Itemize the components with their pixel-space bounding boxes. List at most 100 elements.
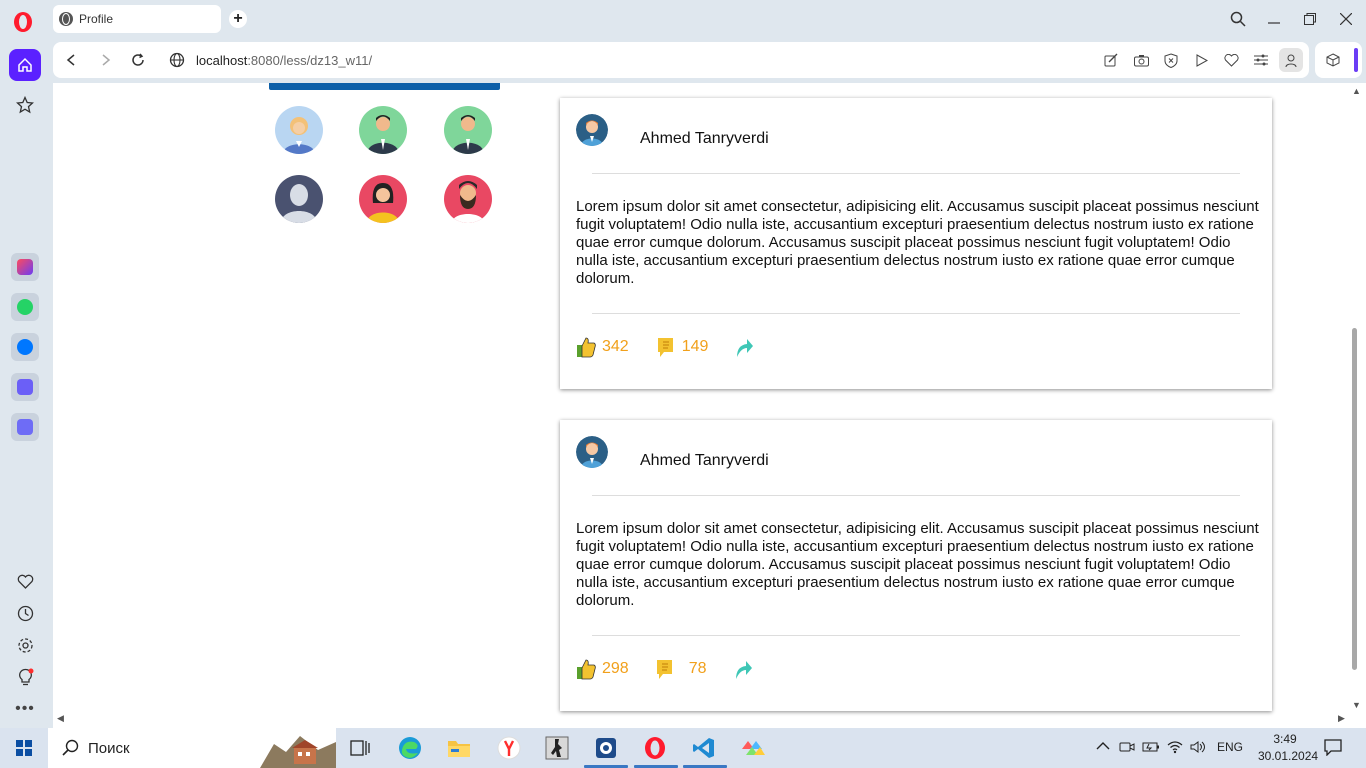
forward-icon[interactable] bbox=[96, 50, 116, 70]
lightbulb-icon[interactable] bbox=[10, 662, 40, 692]
profile-icon[interactable] bbox=[1279, 48, 1303, 72]
divider bbox=[592, 495, 1240, 496]
star-icon[interactable] bbox=[10, 90, 40, 120]
clock-time: 3:49 bbox=[1273, 732, 1297, 746]
post-text: Lorem ipsum dolor sit amet consectetur, … bbox=[576, 198, 1259, 287]
minimize-button[interactable] bbox=[1264, 9, 1284, 29]
adblock-icon[interactable] bbox=[1162, 51, 1180, 69]
author-avatar[interactable] bbox=[576, 114, 608, 146]
back-icon[interactable] bbox=[61, 50, 81, 70]
notification-center-icon[interactable] bbox=[1324, 738, 1342, 759]
player-icon[interactable] bbox=[11, 413, 39, 441]
comment-count: 78 bbox=[688, 660, 707, 677]
language-indicator[interactable]: ENG bbox=[1217, 740, 1243, 754]
divider bbox=[592, 635, 1240, 636]
system-clock[interactable]: 3:49 30.01.2024 bbox=[1258, 731, 1318, 765]
like-count: 298 bbox=[602, 660, 629, 677]
flow-icon[interactable] bbox=[1192, 51, 1210, 69]
divider bbox=[592, 173, 1240, 174]
friend-avatar[interactable] bbox=[359, 175, 407, 223]
browser-top-bar: Profile + bbox=[0, 0, 1366, 38]
opera-sidebar: ••• bbox=[0, 38, 50, 728]
counter-strike-icon[interactable] bbox=[543, 734, 571, 762]
comment-icon[interactable] bbox=[656, 336, 676, 358]
app-icon[interactable] bbox=[592, 734, 620, 762]
search-highlight-image bbox=[260, 736, 336, 768]
opera-taskbar-icon[interactable] bbox=[641, 734, 669, 762]
whatsapp-icon[interactable] bbox=[11, 293, 39, 321]
meet-now-icon[interactable] bbox=[1119, 740, 1135, 757]
friend-avatar[interactable] bbox=[275, 175, 323, 223]
friend-avatar[interactable] bbox=[444, 175, 492, 223]
heart-icon[interactable] bbox=[10, 566, 40, 596]
settings-icon[interactable] bbox=[10, 630, 40, 660]
url-field[interactable]: localhost:8080/less/dz13_w11/ bbox=[196, 53, 372, 68]
yandex-browser-icon[interactable] bbox=[495, 734, 523, 762]
post-card: Ahmed Tanryverdi Lorem ipsum dolor sit a… bbox=[560, 420, 1272, 711]
history-icon[interactable] bbox=[10, 598, 40, 628]
blue-header-strip bbox=[269, 83, 500, 90]
scroll-down-arrow[interactable]: ▼ bbox=[1352, 700, 1361, 710]
opera-logo-icon[interactable] bbox=[12, 11, 34, 33]
vertical-scrollbar-thumb[interactable] bbox=[1352, 328, 1357, 670]
search-icon bbox=[62, 739, 79, 756]
comment-count: 149 bbox=[681, 338, 709, 355]
music-icon[interactable] bbox=[11, 373, 39, 401]
paint-icon[interactable] bbox=[739, 734, 767, 762]
edit-icon[interactable] bbox=[1102, 51, 1120, 69]
friend-avatar[interactable] bbox=[275, 106, 323, 154]
web-page: Ahmed Tanryverdi Lorem ipsum dolor sit a… bbox=[53, 83, 1366, 728]
url-path: :8080/less/dz13_w11/ bbox=[247, 53, 373, 68]
share-icon[interactable] bbox=[733, 658, 753, 680]
battery-icon[interactable] bbox=[1142, 740, 1160, 757]
aria-icon[interactable] bbox=[11, 253, 39, 281]
restore-button[interactable] bbox=[1300, 9, 1320, 29]
url-host: localhost bbox=[196, 53, 248, 68]
new-tab-button[interactable]: + bbox=[229, 10, 247, 28]
task-view-icon[interactable] bbox=[346, 734, 374, 762]
windows-start-icon[interactable] bbox=[16, 740, 32, 756]
scroll-up-arrow[interactable]: ▲ bbox=[1352, 86, 1361, 96]
scroll-left-arrow[interactable]: ◀ bbox=[57, 713, 64, 724]
like-count: 342 bbox=[602, 338, 629, 355]
post-actions: 298 78 bbox=[576, 656, 753, 682]
heart-icon[interactable] bbox=[1222, 51, 1240, 69]
author-avatar[interactable] bbox=[576, 436, 608, 468]
close-button[interactable] bbox=[1336, 9, 1356, 29]
comment-icon[interactable] bbox=[655, 658, 675, 680]
taskbar-search[interactable]: Поиск bbox=[48, 728, 336, 768]
show-hidden-icons[interactable] bbox=[1096, 740, 1110, 754]
vscode-icon[interactable] bbox=[690, 734, 718, 762]
share-icon[interactable] bbox=[734, 336, 754, 358]
author-name[interactable]: Ahmed Tanryverdi bbox=[640, 130, 769, 148]
friend-avatar[interactable] bbox=[444, 106, 492, 154]
post-header bbox=[576, 436, 608, 468]
post-header bbox=[576, 114, 608, 146]
volume-icon[interactable] bbox=[1190, 740, 1208, 757]
tab-title: Profile bbox=[79, 12, 114, 26]
vk-icon[interactable] bbox=[11, 333, 39, 361]
post-actions: 342 149 bbox=[576, 334, 754, 360]
extensions-icon[interactable] bbox=[1324, 51, 1342, 69]
scroll-right-arrow[interactable]: ▶ bbox=[1338, 713, 1345, 724]
edge-icon[interactable] bbox=[396, 734, 424, 762]
like-icon[interactable] bbox=[576, 336, 596, 358]
sidebar-accent-bar bbox=[1354, 48, 1358, 72]
like-icon[interactable] bbox=[576, 658, 596, 680]
easy-setup-icon[interactable] bbox=[1252, 51, 1270, 69]
post-text: Lorem ipsum dolor sit amet consectetur, … bbox=[576, 520, 1259, 609]
divider bbox=[592, 313, 1240, 314]
site-info-icon[interactable] bbox=[167, 50, 187, 70]
reload-icon[interactable] bbox=[128, 50, 148, 70]
search-tabs-icon[interactable] bbox=[1228, 9, 1248, 29]
windows-taskbar: Поиск ENG 3:49 30.01.2024 bbox=[0, 728, 1366, 768]
file-explorer-icon[interactable] bbox=[445, 734, 473, 762]
wifi-icon[interactable] bbox=[1167, 740, 1183, 757]
globe-icon bbox=[59, 12, 73, 26]
friend-avatar[interactable] bbox=[359, 106, 407, 154]
camera-icon[interactable] bbox=[1132, 51, 1150, 69]
author-name[interactable]: Ahmed Tanryverdi bbox=[640, 452, 769, 470]
more-icon[interactable]: ••• bbox=[10, 694, 40, 724]
tab-profile[interactable]: Profile bbox=[53, 5, 221, 33]
home-icon[interactable] bbox=[9, 49, 41, 81]
